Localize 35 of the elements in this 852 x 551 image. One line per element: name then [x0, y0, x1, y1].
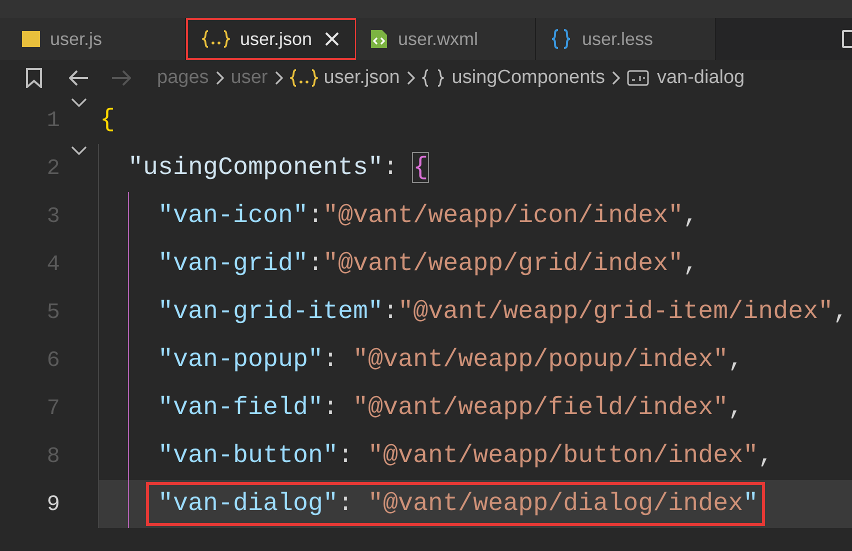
braces-file-icon: [550, 28, 572, 50]
breadcrumb-item[interactable]: usingComponents: [452, 64, 605, 92]
close-icon[interactable]: [325, 32, 339, 46]
editor-tab[interactable]: user.wxml: [356, 18, 536, 60]
code-line: "van-button": "@vant/weapp/button/index",: [158, 441, 774, 471]
fold-chevron-icon[interactable]: [71, 146, 87, 156]
chevron-icon: [274, 70, 284, 86]
breadcrumb-item[interactable]: pages: [157, 64, 209, 92]
editor-tab[interactable]: user.js: [0, 18, 186, 60]
fold-chevron-icon[interactable]: [71, 98, 87, 108]
code-line: "usingComponents": {: [128, 153, 428, 183]
code-line: "van-popup": "@vant/weapp/popup/index",: [158, 345, 744, 375]
braces-icon: [422, 69, 444, 87]
chevron-icon: [610, 70, 621, 86]
code-line: "van-field": "@vant/weapp/field/index",: [158, 393, 744, 423]
code-line: {: [100, 105, 116, 135]
text-symbol-icon: [626, 70, 649, 86]
code-line: "van-icon":"@vant/weapp/icon/index",: [158, 201, 698, 231]
back-arrow-icon[interactable]: [69, 70, 89, 86]
split-editor-icon[interactable]: [842, 30, 852, 48]
bookmark-icon[interactable]: [26, 68, 42, 88]
editor-tab[interactable]: user.json: [186, 18, 356, 60]
breadcrumb-item[interactable]: van-dialog: [656, 64, 745, 92]
code-line: "van-grid":"@vant/weapp/grid/index",: [158, 249, 698, 279]
code-line: "van-dialog": "@vant/weapp/dialog/index": [158, 489, 758, 519]
code-line: "van-grid-item":"@vant/weapp/grid-item/index",: [158, 297, 848, 327]
editor-tab[interactable]: user.less: [536, 18, 716, 60]
chevron-icon: [406, 70, 416, 86]
breadcrumb-item[interactable]: user.json: [324, 64, 400, 92]
breadcrumb-item[interactable]: user: [230, 64, 268, 92]
chevron-icon: [214, 70, 225, 86]
braces-file-icon: [202, 30, 230, 48]
braces-file-icon: [290, 69, 318, 87]
code-file-icon: [370, 29, 388, 49]
line-number: 9: [46, 490, 60, 518]
